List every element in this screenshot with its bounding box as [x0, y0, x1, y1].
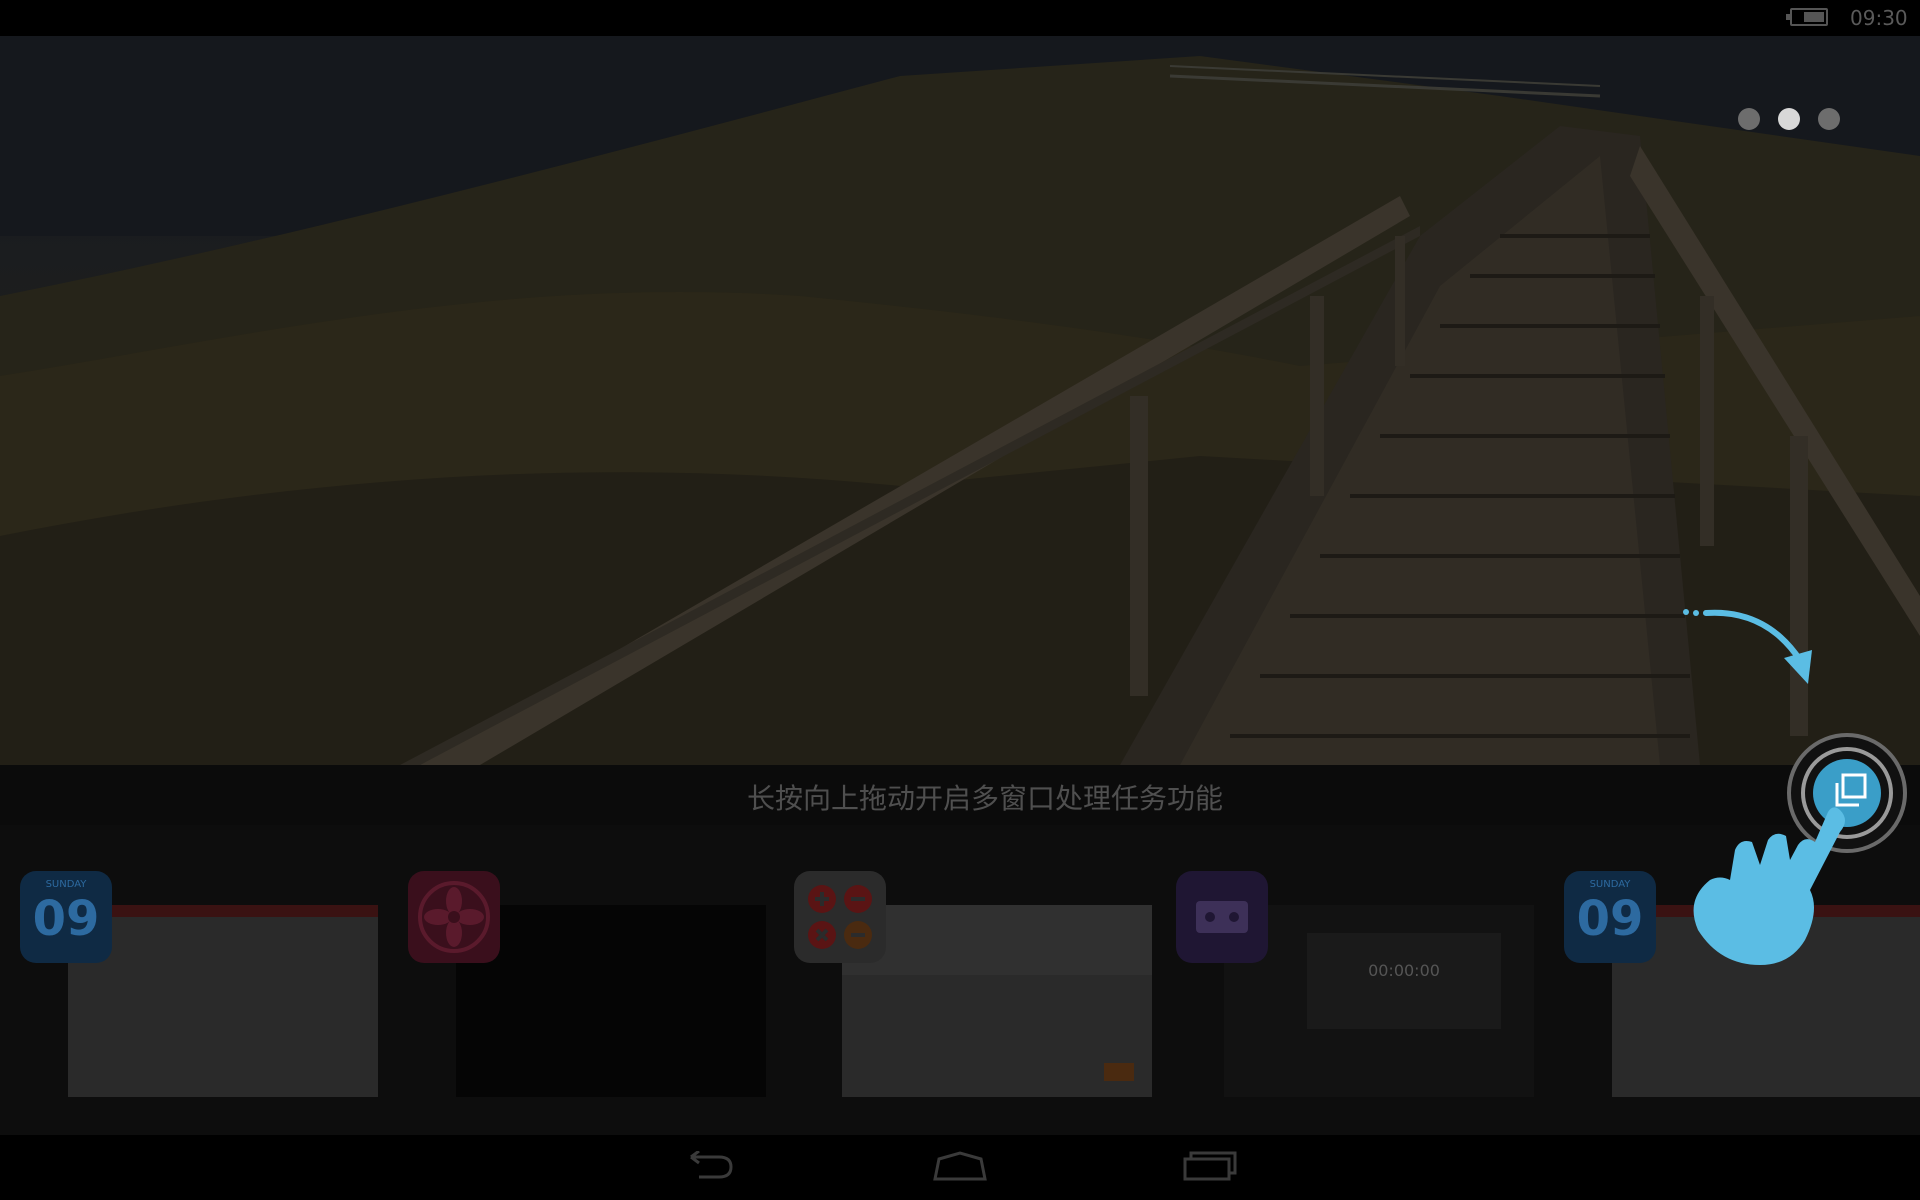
- battery-icon: [1786, 8, 1828, 26]
- hint-bar: 长按向上拖动开启多窗口处理任务功能: [0, 765, 1920, 825]
- page-dot[interactable]: [1738, 108, 1760, 130]
- recent-app-card-calendar[interactable]: SUNDAY 09: [20, 825, 380, 1135]
- recent-app-card-calculator[interactable]: [794, 825, 1154, 1135]
- app-thumbnail[interactable]: [456, 905, 766, 1097]
- app-thumbnail[interactable]: [842, 905, 1152, 1097]
- status-time: 09:30: [1850, 6, 1908, 30]
- recent-app-card-flower[interactable]: [408, 825, 768, 1135]
- calendar-icon[interactable]: SUNDAY 09: [1564, 871, 1656, 963]
- hint-text: 长按向上拖动开启多窗口处理任务功能: [746, 782, 1223, 815]
- tutorial-arrow-icon: [1680, 600, 1820, 704]
- page-indicator: [1738, 108, 1840, 130]
- recent-app-card-recorder[interactable]: 00:00:00: [1176, 825, 1536, 1135]
- home-icon[interactable]: [933, 1151, 987, 1185]
- navigation-bar: [0, 1135, 1920, 1200]
- calculator-icon[interactable]: [794, 871, 886, 963]
- recent-apps-strip: SUNDAY 09 00:00:00 SUNDAY 09: [0, 825, 1920, 1135]
- hand-pointer-icon: [1690, 790, 1850, 974]
- recents-icon[interactable]: [1183, 1151, 1237, 1185]
- app-thumbnail[interactable]: [68, 905, 378, 1097]
- calendar-icon[interactable]: SUNDAY 09: [20, 871, 112, 963]
- home-wallpaper: [0, 36, 1920, 765]
- flower-icon[interactable]: [408, 871, 500, 963]
- status-bar: 09:30: [0, 0, 1920, 36]
- back-icon[interactable]: [685, 1149, 737, 1185]
- timer-display: 00:00:00: [1307, 933, 1501, 1029]
- page-dot[interactable]: [1818, 108, 1840, 130]
- recorder-icon[interactable]: [1176, 871, 1268, 963]
- page-dot-active[interactable]: [1778, 108, 1800, 130]
